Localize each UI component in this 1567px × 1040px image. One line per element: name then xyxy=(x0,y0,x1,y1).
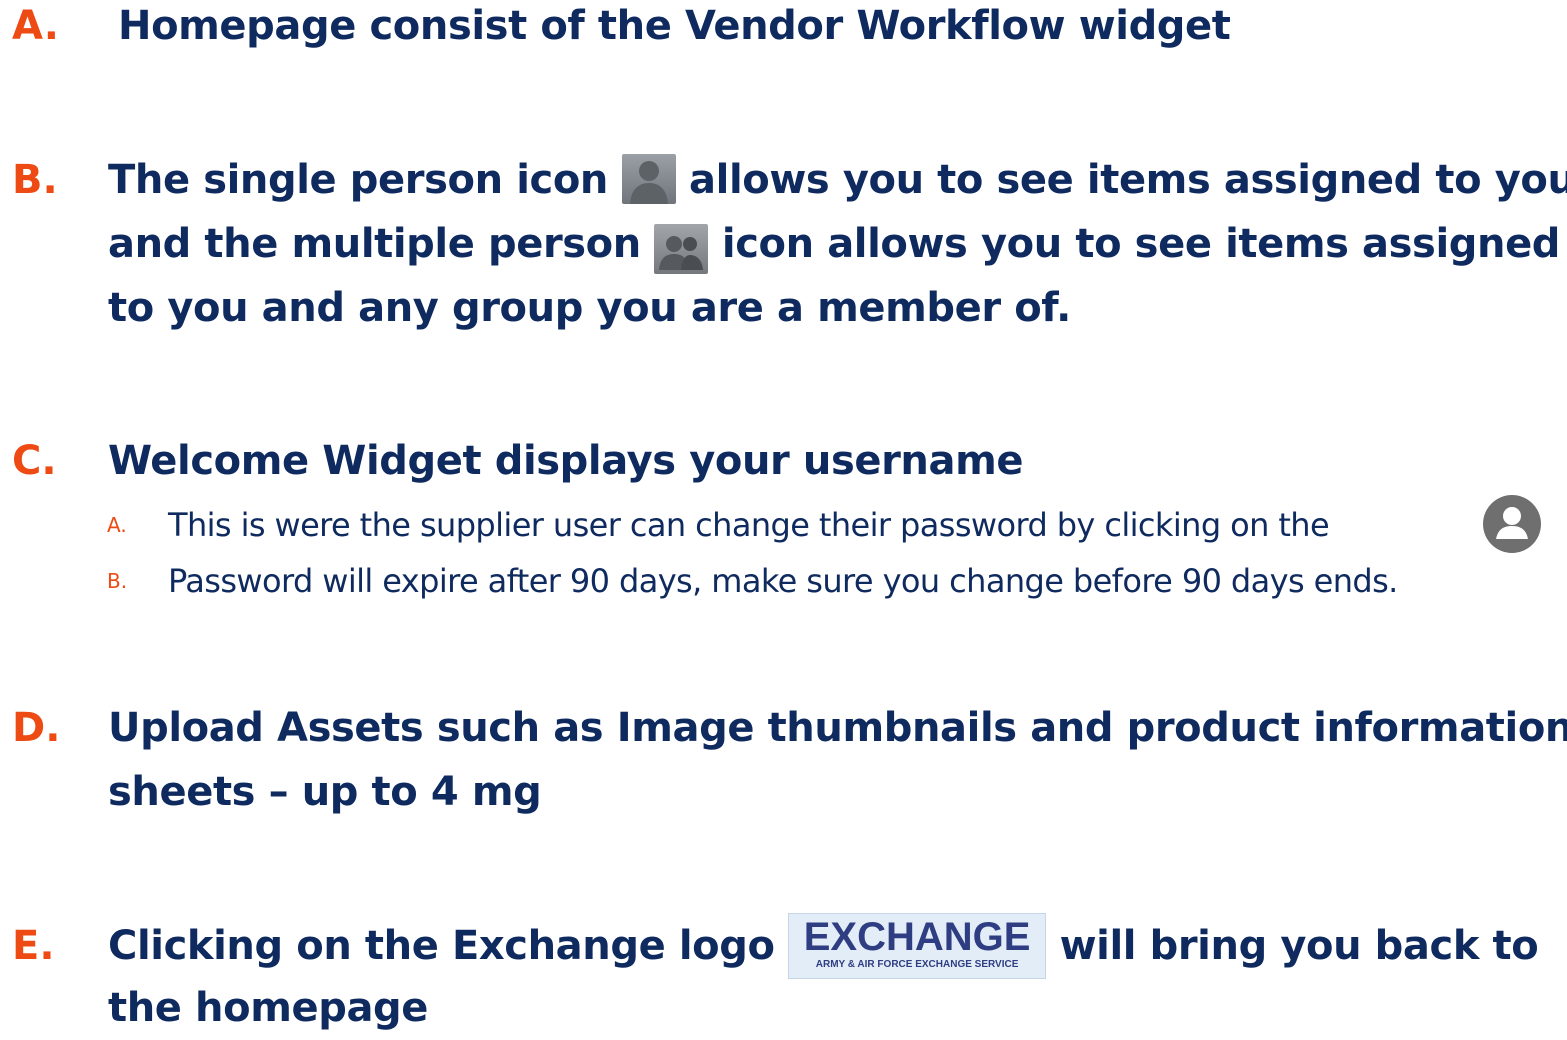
item-d-letter: D. xyxy=(12,705,61,751)
exchange-logo[interactable]: EXCHANGE ARMY & AIR FORCE EXCHANGE SERVI… xyxy=(788,913,1047,979)
item-b-line-1-start: The single person icon xyxy=(108,157,608,203)
item-d-line-1: Upload Assets such as Image thumbnails a… xyxy=(108,705,1567,751)
item-a-letter: A. xyxy=(12,3,59,49)
exchange-logo-word: EXCHANGE xyxy=(803,915,1031,959)
item-a-text: Homepage consist of the Vendor Workflow … xyxy=(118,3,1231,49)
item-c-text: Welcome Widget displays your username xyxy=(108,438,1024,484)
account-circle-icon xyxy=(1483,495,1541,557)
item-c-sub-b: Password will expire after 90 days, make… xyxy=(168,562,1398,600)
item-c-sub-a: This is were the supplier user can chang… xyxy=(168,497,1330,553)
item-b-line-1-end: allows you to see items assigned to you xyxy=(689,157,1567,203)
item-b-line-1: The single person icon allows you to see… xyxy=(108,148,1567,212)
multiple-person-icon xyxy=(654,224,709,274)
item-e-line-1-end: will bring you back to xyxy=(1059,923,1539,969)
exchange-logo-tagline: ARMY & AIR FORCE EXCHANGE SERVICE xyxy=(815,959,1019,970)
item-b-line-2-start: and the multiple person xyxy=(108,221,641,267)
item-b-line-2-end: icon allows you to see items assigned xyxy=(721,221,1561,267)
item-c-sub-a-text: This is were the supplier user can chang… xyxy=(168,506,1330,544)
item-e-line-2: the homepage xyxy=(108,985,429,1031)
item-e-line-1-start: Clicking on the Exchange logo xyxy=(108,923,775,969)
item-e-line-1: Clicking on the Exchange logo EXCHANGE A… xyxy=(108,913,1539,981)
item-b-line-3: to you and any group you are a member of… xyxy=(108,285,1071,331)
single-person-icon xyxy=(621,154,676,204)
item-c-sub-b-letter: B. xyxy=(107,569,128,593)
item-b-letter: B. xyxy=(12,157,58,203)
item-d-line-2: sheets – up to 4 mg xyxy=(108,769,542,815)
item-c-letter: C. xyxy=(12,438,57,484)
item-b-line-2: and the multiple person icon allows you … xyxy=(108,212,1560,276)
item-e-letter: E. xyxy=(12,923,55,969)
item-c-sub-a-letter: A. xyxy=(107,513,127,537)
